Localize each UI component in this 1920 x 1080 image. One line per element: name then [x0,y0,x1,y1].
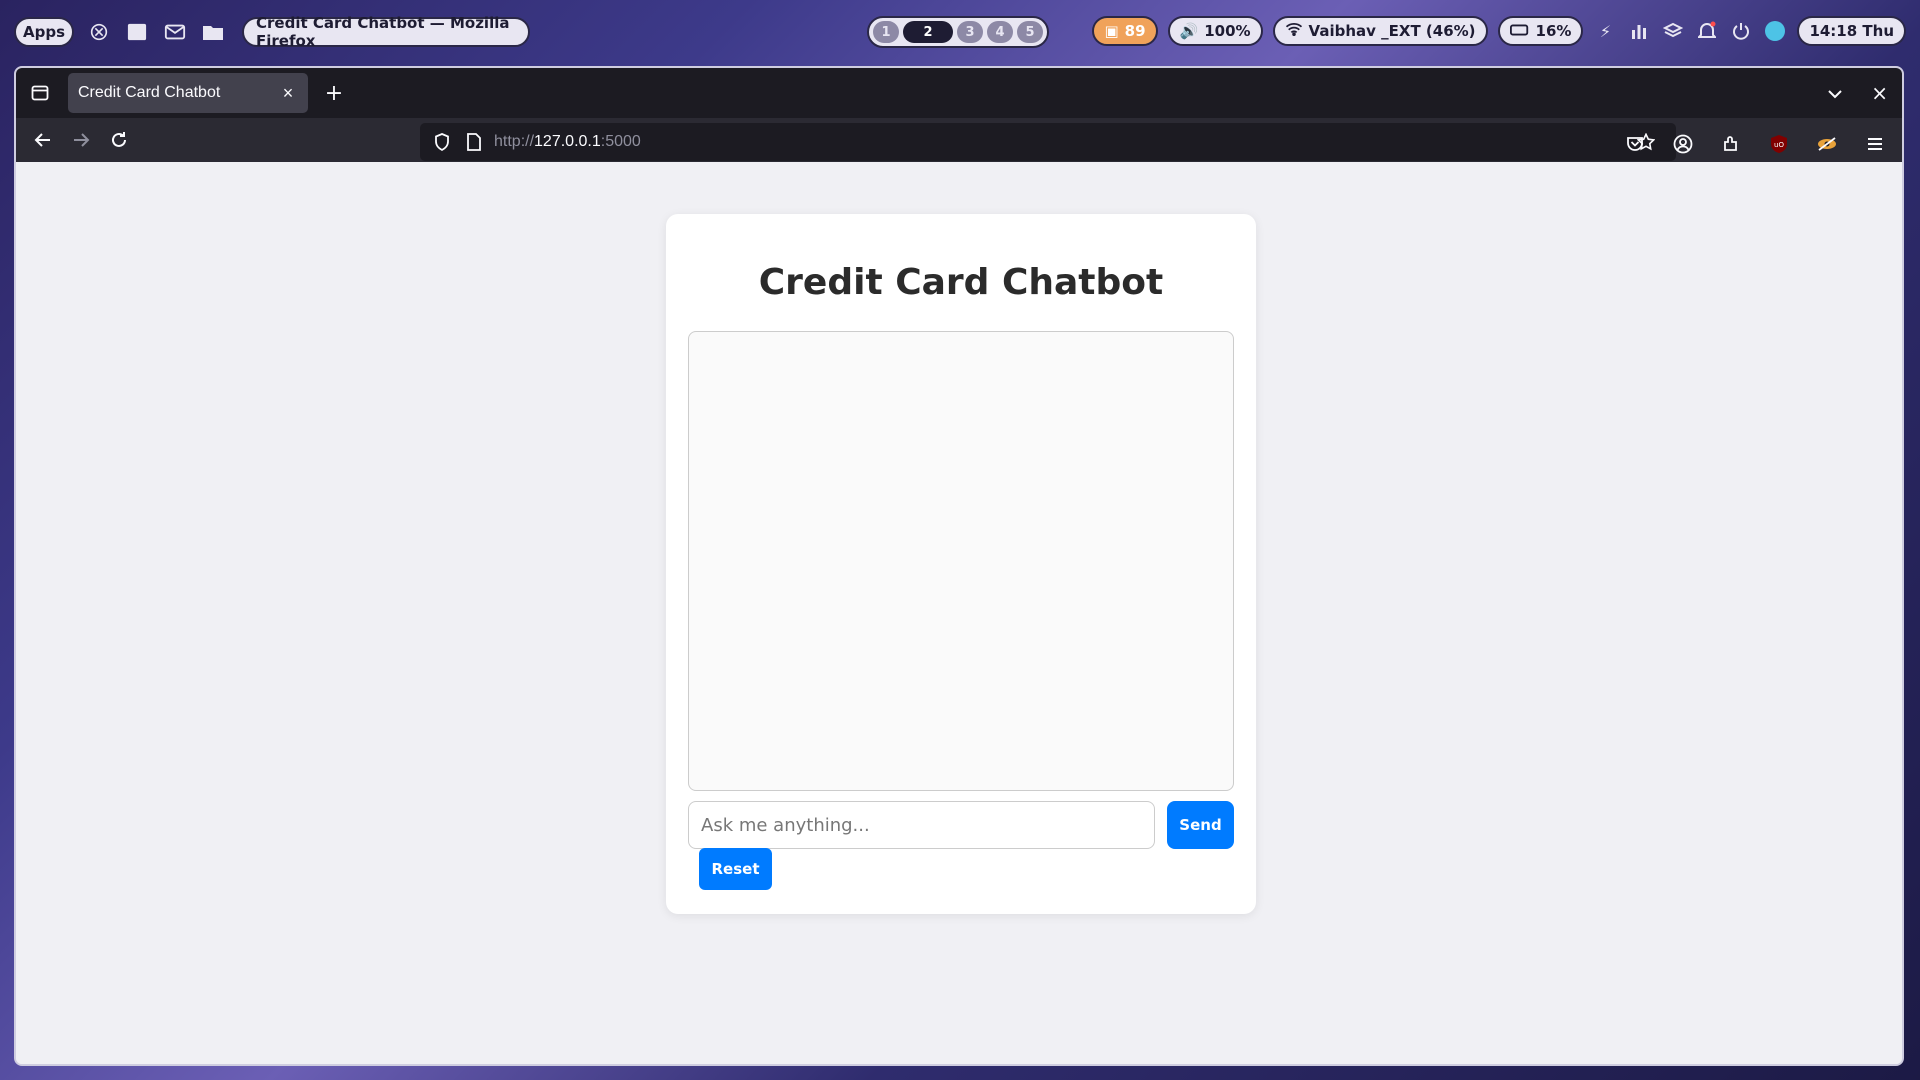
clock[interactable]: 14:18 Thu [1797,16,1906,46]
forward-icon[interactable] [62,122,100,158]
mail-icon[interactable] [162,19,188,45]
speaker-icon: 🔊 [1179,22,1199,40]
page-icon[interactable] [462,130,486,154]
hamburger-menu-icon[interactable] [1856,126,1894,162]
lightning-icon[interactable]: ⚡ [1593,19,1617,43]
extension-eye-icon[interactable] [1808,126,1846,162]
url-bar[interactable]: http:// 127.0.0.1 :5000 [420,123,1676,161]
workspace-1[interactable]: 1 [873,21,899,43]
shield-icon[interactable] [430,130,454,154]
reload-icon[interactable] [100,122,138,158]
apps-button[interactable]: Apps [14,17,74,47]
workspace-switcher: 1 2 3 4 5 [867,16,1049,48]
wifi-icon [1285,22,1303,40]
workspace-4[interactable]: 4 [987,21,1013,43]
avatar[interactable] [1763,19,1787,43]
battery-level: 16% [1535,22,1572,40]
wifi-network: Vaibhav _EXT (46%) [1308,22,1476,40]
back-icon[interactable] [24,122,62,158]
toolbar-right: uO [1616,126,1894,162]
volume-indicator[interactable]: 🔊 100% [1167,16,1263,46]
updates-count: 89 [1124,22,1146,40]
folder-icon[interactable] [200,19,226,45]
page-content: Credit Card Chatbot Send Reset [16,162,1902,1064]
firefox-window: Credit Card Chatbot × + × http:// 127.0.… [14,66,1904,1066]
window-icon[interactable] [124,19,150,45]
volume-level: 100% [1204,22,1251,40]
power-icon[interactable] [1729,19,1753,43]
url-scheme: http:// [494,133,535,150]
battery-indicator[interactable]: 16% [1497,16,1584,46]
tab-bar: Credit Card Chatbot × + × [16,68,1902,118]
close-window-icon[interactable]: × [1871,81,1888,105]
package-icon: ▣ [1104,22,1119,40]
active-window-title: Credit Card Chatbot — Mozilla Firefox [242,14,530,50]
tab-credit-card-chatbot[interactable]: Credit Card Chatbot × [68,73,308,113]
chat-messages-area[interactable] [688,331,1234,791]
workspace-2[interactable]: 2 [903,21,953,43]
pocket-icon[interactable] [1616,126,1654,162]
account-icon[interactable] [1664,126,1702,162]
battery-icon [1509,22,1530,40]
chat-input[interactable] [688,801,1155,849]
ublock-icon[interactable]: uO [1760,126,1798,162]
url-port: :5000 [600,133,641,150]
chat-card: Credit Card Chatbot Send Reset [666,214,1256,914]
tab-title: Credit Card Chatbot [78,84,221,101]
bar-chart-icon[interactable] [1627,19,1651,43]
url-host: 127.0.0.1 [534,133,601,150]
wifi-indicator[interactable]: Vaibhav _EXT (46%) [1272,16,1488,46]
page-title: Credit Card Chatbot [758,262,1164,303]
list-all-tabs-icon[interactable] [1827,84,1843,103]
chatgpt-icon[interactable] [86,19,112,45]
svg-text:uO: uO [1774,141,1784,149]
layers-icon[interactable] [1661,19,1685,43]
new-tab-button[interactable]: + [316,75,352,111]
bell-icon[interactable] [1695,19,1719,43]
updates-indicator[interactable]: ▣ 89 [1092,16,1158,46]
extensions-icon[interactable] [1712,126,1750,162]
system-tray: ▣ 89 🔊 100% Vaibhav _EXT (46%) 16% ⚡ 14:… [1092,16,1906,46]
workspace-3[interactable]: 3 [957,21,983,43]
reset-button[interactable]: Reset [699,848,772,890]
firefox-view-icon[interactable] [22,75,58,111]
send-button[interactable]: Send [1167,801,1234,849]
close-tab-icon[interactable]: × [278,83,298,104]
workspace-5[interactable]: 5 [1017,21,1043,43]
